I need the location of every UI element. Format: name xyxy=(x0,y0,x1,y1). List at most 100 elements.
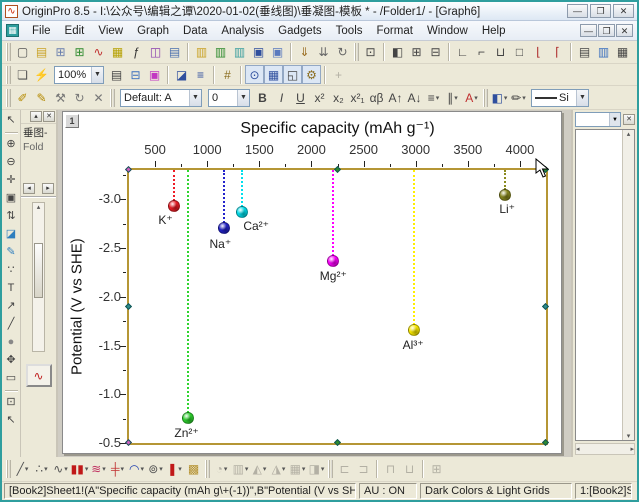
panel-close-button[interactable]: ✕ xyxy=(43,111,55,122)
new-project-button[interactable]: ▢ xyxy=(13,43,32,62)
menu-item-format[interactable]: Format xyxy=(370,23,420,39)
dropdown-arrow-icon[interactable]: ▾ xyxy=(121,465,125,473)
axis-box-button[interactable]: □ xyxy=(510,43,529,62)
date-time-button[interactable]: ◔ xyxy=(632,43,637,62)
select-objects-button[interactable]: ↖ xyxy=(3,412,20,429)
line-color-button[interactable]: ✏ ▾ xyxy=(509,88,528,107)
child-restore-button[interactable]: ❐ xyxy=(598,24,615,37)
line-style-combo[interactable]: Si ▼ xyxy=(531,88,589,107)
open-excel-button[interactable]: ▥ xyxy=(211,43,230,62)
script-window-button[interactable]: ◱ xyxy=(283,65,302,84)
point-label-Mg2+[interactable]: Mg²⁺ xyxy=(320,269,347,283)
supersubscript-button[interactable]: x²₁ xyxy=(348,88,367,107)
axis-corner-left-button[interactable]: ⌊ xyxy=(529,43,548,62)
screen-reader-button[interactable]: ▣ xyxy=(3,190,20,207)
data-point-Li+[interactable] xyxy=(499,189,512,202)
data-point-Ca2+[interactable] xyxy=(236,205,249,218)
close-button[interactable]: ✕ xyxy=(613,4,634,18)
status-autoupdate[interactable]: AU : ON xyxy=(359,483,417,499)
dropdown-arrow-icon[interactable]: ▾ xyxy=(159,465,163,473)
graph-thumbnail[interactable]: ∿ xyxy=(25,364,52,387)
save-template-button[interactable]: ▣ xyxy=(268,43,287,62)
selection-handle[interactable] xyxy=(333,438,341,447)
chevron-down-icon[interactable]: ▼ xyxy=(189,89,201,106)
data-point-Al3+[interactable] xyxy=(407,323,420,336)
new-matrix-button[interactable]: ▦ xyxy=(108,43,127,62)
rescale-button[interactable]: ⊡ xyxy=(361,43,380,62)
zoom-panel-button[interactable]: ⊙ xyxy=(245,65,264,84)
dropdown-arrow-icon[interactable]: ▾ xyxy=(102,465,106,473)
point-label-K+[interactable]: K⁺ xyxy=(158,213,172,227)
column-plot-button[interactable]: ▮▮ ▾ xyxy=(70,460,89,479)
mask-tool-button[interactable]: ✎ xyxy=(3,244,20,261)
chevron-down-icon[interactable]: ▼ xyxy=(576,89,588,106)
polar-plot-button[interactable]: ⊚ ▾ xyxy=(146,460,165,479)
panel-horizontal-scrollbar[interactable]: ◂ ▸ xyxy=(575,443,635,455)
view-table-button[interactable]: ▦ xyxy=(264,65,283,84)
dropdown-arrow-icon[interactable]: ▾ xyxy=(321,465,325,473)
selection-handle[interactable] xyxy=(124,302,133,310)
data-point-Zn2+[interactable] xyxy=(182,411,195,424)
dropdown-arrow-icon[interactable]: ▾ xyxy=(474,94,478,102)
dropdown-arrow-icon[interactable]: ▾ xyxy=(454,94,458,102)
ellipse-tool-button[interactable]: ● xyxy=(3,334,20,351)
data-point-K+[interactable] xyxy=(168,200,181,213)
stock-chart-button[interactable]: ❚ ▾ xyxy=(165,460,184,479)
axis-top-left-button[interactable]: ⌐ xyxy=(472,43,491,62)
scroll-down-icon[interactable]: ▾ xyxy=(623,432,634,440)
font-name-combo[interactable]: Default: A ▼ xyxy=(120,88,202,107)
grid-both-button[interactable]: ▦ xyxy=(613,43,632,62)
selection-handle[interactable] xyxy=(333,165,341,174)
toolbar-grip[interactable] xyxy=(6,43,11,61)
zoom-in-tool-button[interactable]: ⊕ xyxy=(3,136,20,153)
panel-list[interactable]: ▴ ▾ xyxy=(575,129,635,441)
fill-color-button[interactable]: ◧ ▾ xyxy=(490,88,509,107)
new-graph-button[interactable]: ∿ xyxy=(89,43,108,62)
italic-button[interactable]: I xyxy=(272,88,291,107)
menu-item-file[interactable]: File xyxy=(25,23,58,39)
data-point-Mg2+[interactable] xyxy=(326,254,339,267)
export-image-button[interactable]: ▣ xyxy=(145,65,164,84)
dropdown-arrow-icon[interactable]: ▾ xyxy=(436,94,440,102)
rotate-tool-button[interactable]: ↻ xyxy=(70,88,89,107)
selection-handle[interactable] xyxy=(541,302,550,310)
new-layout-button[interactable]: ◫ xyxy=(146,43,165,62)
subscript-button[interactable]: x₂ xyxy=(329,88,348,107)
chevron-down-icon[interactable]: ▼ xyxy=(609,113,620,126)
pointer-tool-button[interactable]: ↖ xyxy=(3,112,20,129)
text-tool-button[interactable]: T xyxy=(3,280,20,297)
menu-item-help[interactable]: Help xyxy=(475,23,513,39)
dropdown-arrow-icon[interactable]: ▾ xyxy=(282,465,286,473)
open-button[interactable]: ▥ xyxy=(192,43,211,62)
new-notes-button[interactable]: ▤ xyxy=(165,43,184,62)
panel-dropdown[interactable]: ▼ xyxy=(575,112,621,127)
dropdown-arrow-icon[interactable]: ▾ xyxy=(178,465,182,473)
save-project-button[interactable]: ▣ xyxy=(249,43,268,62)
edit-object-button[interactable]: ✎ xyxy=(32,88,51,107)
line-symbol-plot-button[interactable]: ∿ ▾ xyxy=(51,460,70,479)
toolbar-grip[interactable] xyxy=(6,460,11,478)
toolbar-grip[interactable] xyxy=(354,43,359,61)
panel-close-button[interactable]: ✕ xyxy=(623,114,635,125)
decrease-font-button[interactable]: A↓ xyxy=(405,88,424,107)
duplicate-batch-button[interactable]: ❏ xyxy=(13,65,32,84)
scroll-right-button[interactable]: ▸ xyxy=(42,183,54,194)
menu-item-graph[interactable]: Graph xyxy=(130,23,176,39)
scrollbar-thumb[interactable] xyxy=(34,243,43,298)
import-wizard-button[interactable]: ⇓ xyxy=(295,43,314,62)
scatter-plot-button[interactable]: ∴ ▾ xyxy=(32,460,51,479)
point-label-Al3+[interactable]: Al³⁺ xyxy=(403,338,424,352)
menu-item-window[interactable]: Window xyxy=(420,23,475,39)
child-minimize-button[interactable]: — xyxy=(580,24,597,37)
chevron-down-icon[interactable]: ▼ xyxy=(237,89,249,106)
move-resize-button[interactable]: ⚒ xyxy=(51,88,70,107)
menu-item-data[interactable]: Data xyxy=(176,23,214,39)
minimize-button[interactable]: — xyxy=(567,4,588,18)
point-label-Zn2+[interactable]: Zn²⁺ xyxy=(174,426,198,440)
reimport-button[interactable]: ↻ xyxy=(333,43,352,62)
axis-open-box-button[interactable]: ⊔ xyxy=(491,43,510,62)
new-function-button[interactable]: ƒ xyxy=(127,43,146,62)
run-script-button[interactable]: ⚡ xyxy=(32,65,51,84)
dropdown-arrow-icon[interactable]: ▾ xyxy=(245,465,249,473)
line-tool-button[interactable]: ╱ xyxy=(3,316,20,333)
